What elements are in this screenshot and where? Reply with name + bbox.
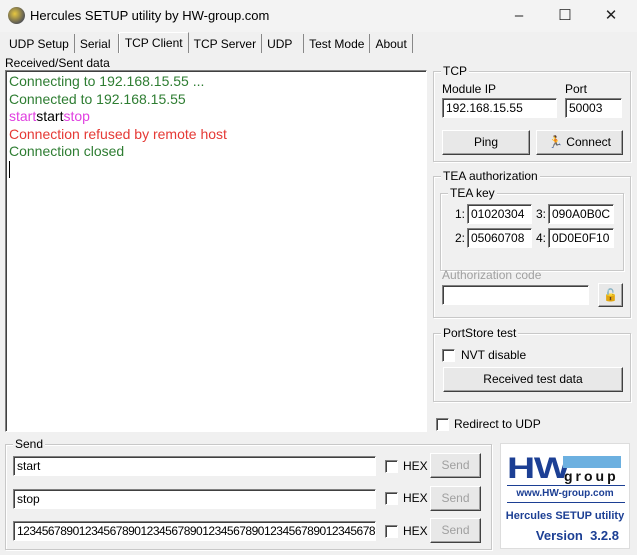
nvt-disable-label: NVT disable <box>461 348 527 362</box>
module-ip-input[interactable]: 192.168.15.55 <box>442 98 557 118</box>
received-test-data-button[interactable]: Received test data <box>443 367 623 392</box>
redirect-udp-label: Redirect to UDP <box>454 417 541 431</box>
hex-checkbox-3[interactable] <box>385 525 398 538</box>
version-label: Version 3.2.8 <box>535 528 619 543</box>
sent-data: start <box>9 108 37 124</box>
hex-label-1: HEX <box>403 459 428 473</box>
hex-checkbox-1[interactable] <box>385 460 398 473</box>
maximize-button[interactable]: ☐ <box>545 4 585 28</box>
key3-input[interactable]: 090A0B0C <box>548 204 614 224</box>
port-input[interactable]: 50003 <box>565 98 622 118</box>
tab-tcp-client[interactable]: TCP Client <box>118 32 189 53</box>
tab-about[interactable]: About <box>370 34 413 53</box>
ping-button[interactable]: Ping <box>442 130 530 155</box>
lock-button[interactable]: 🔓 <box>598 283 623 307</box>
send-group-label: Send <box>13 437 46 451</box>
hex-checkbox-2[interactable] <box>385 492 398 505</box>
tcp-group-label: TCP <box>441 64 469 78</box>
logo-divider <box>507 485 625 486</box>
key4-label: 4: <box>536 231 547 245</box>
send-button-1[interactable]: Send <box>430 453 481 478</box>
log-line: Connected to 192.168.15.55 <box>9 90 186 107</box>
minimize-button[interactable]: – <box>499 4 539 28</box>
connect-label: Connect <box>566 135 611 149</box>
text-cursor <box>9 160 10 178</box>
auth-code-input[interactable] <box>442 285 589 305</box>
received-data: start <box>36 108 64 124</box>
app-icon <box>8 7 25 24</box>
send-button-3[interactable]: Send <box>430 518 481 543</box>
tab-test-mode[interactable]: Test Mode <box>304 34 371 53</box>
key2-label: 2: <box>455 231 466 245</box>
title-bar: Hercules SETUP utility by HW-group.com –… <box>0 0 637 32</box>
tab-serial[interactable]: Serial <box>75 34 119 53</box>
tea-group: TEA authorization TEA key 1: 01020304 3:… <box>433 169 631 318</box>
tab-udp-setup[interactable]: UDP Setup <box>4 34 75 53</box>
close-button[interactable]: ✕ <box>591 4 631 28</box>
logo-group: group <box>564 468 619 484</box>
sent-data: stop <box>63 108 90 124</box>
tea-key-group: TEA key 1: 01020304 3: 090A0B0C 2: 05060… <box>440 186 624 271</box>
key1-input[interactable]: 01020304 <box>467 204 532 224</box>
walking-man-icon: 🏃 <box>548 135 563 149</box>
tea-group-label: TEA authorization <box>441 169 540 183</box>
portstore-label: PortStore test <box>441 326 519 340</box>
module-ip-label: Module IP <box>442 82 497 96</box>
hw-group-logo: HW group www.HW-group.com Hercules SETUP… <box>500 443 630 549</box>
lock-icon: 🔓 <box>603 288 618 302</box>
tab-tcp-server[interactable]: TCP Server <box>189 34 263 53</box>
tcp-group: TCP Module IP 192.168.15.55 Port 50003 P… <box>433 64 631 162</box>
log-line: Connecting to 192.168.15.55 ... <box>9 73 205 89</box>
send-input-3[interactable]: 1234567890123456789012345678901234567890… <box>13 521 376 541</box>
data-line: startstartstop <box>9 108 423 126</box>
key4-input[interactable]: 0D0E0F10 <box>548 228 614 248</box>
port-label: Port <box>565 82 588 96</box>
log-line: Connection closed <box>9 143 125 159</box>
tab-bar: UDP Setup Serial TCP Client TCP Server U… <box>4 32 413 54</box>
logo-hw: HW <box>507 452 571 485</box>
tea-key-label: TEA key <box>448 186 497 200</box>
send-button-2[interactable]: Send <box>430 486 481 511</box>
hex-label-2: HEX <box>403 491 428 505</box>
received-label: Received/Sent data <box>5 56 110 70</box>
logo-bar <box>563 456 621 468</box>
key3-label: 3: <box>536 207 547 221</box>
connect-button[interactable]: 🏃 Connect <box>536 130 623 155</box>
send-input-2[interactable]: stop <box>13 489 376 509</box>
redirect-udp-checkbox[interactable] <box>436 418 449 431</box>
logo-product: Hercules SETUP utility <box>505 510 625 522</box>
logo-divider <box>507 502 625 503</box>
key2-input[interactable]: 05060708 <box>467 228 532 248</box>
send-input-1[interactable]: start <box>13 456 376 476</box>
logo-url: www.HW-group.com <box>516 488 614 499</box>
log-line: Connection refused by remote host <box>9 125 227 142</box>
portstore-group: PortStore test NVT disable Received test… <box>433 326 631 402</box>
hex-label-3: HEX <box>403 524 428 538</box>
tab-udp[interactable]: UDP <box>262 34 305 53</box>
nvt-disable-checkbox[interactable] <box>442 349 455 362</box>
key1-label: 1: <box>455 207 466 221</box>
window-title: Hercules SETUP utility by HW-group.com <box>30 8 270 23</box>
received-data-area[interactable]: Connecting to 192.168.15.55 ... Connecte… <box>5 70 427 432</box>
auth-code-label: Authorization code <box>442 268 542 282</box>
